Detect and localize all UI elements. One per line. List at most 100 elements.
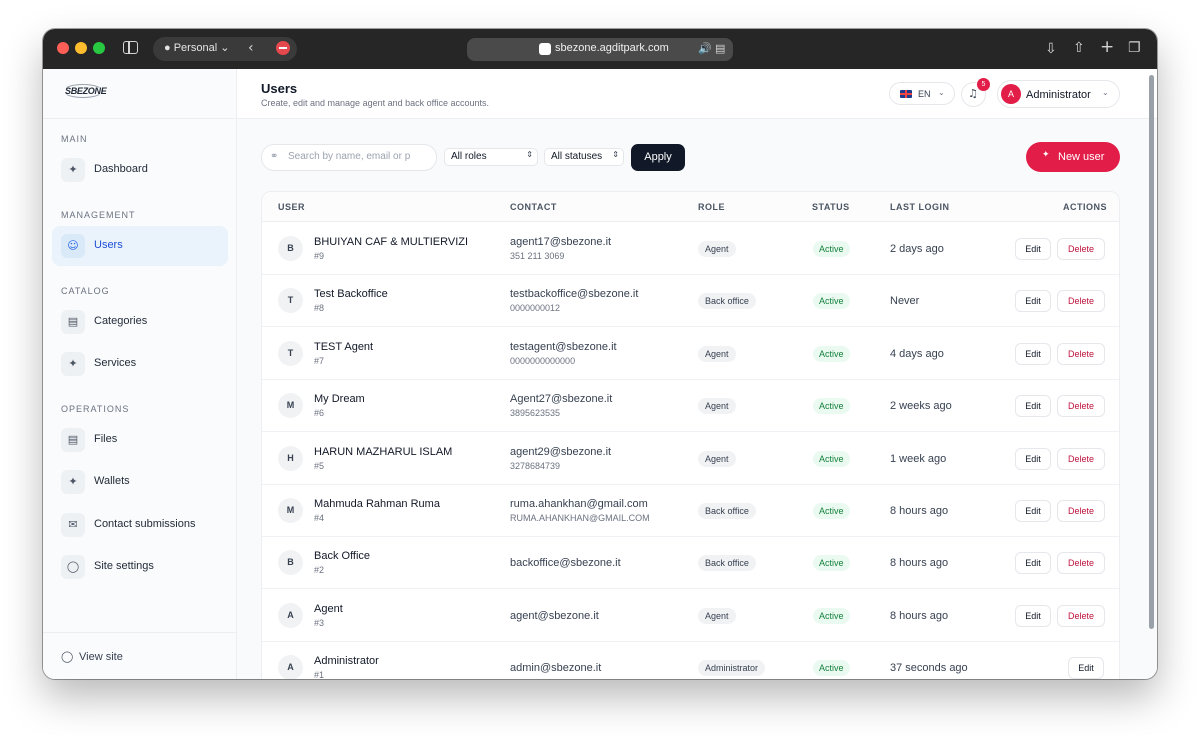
status-badge: Active bbox=[813, 345, 850, 362]
table-row: M Mahmuda Rahman Ruma #4 ruma.ahankhan@gmai… bbox=[262, 485, 1119, 537]
sidebar-item-categories[interactable]: ▤ Categories bbox=[52, 302, 228, 342]
user-phone: 0000000000000 bbox=[510, 355, 576, 366]
sidebar-item-site-settings[interactable]: ◯ Site settings bbox=[52, 547, 228, 587]
edit-button[interactable]: Edit bbox=[1015, 342, 1051, 365]
role-select[interactable]: All roles ⇕ bbox=[444, 148, 538, 166]
table-row: B Back Office #2 backoffice@sbezone.it Back … bbox=[262, 537, 1119, 590]
search-box[interactable]: ⚭ bbox=[261, 144, 437, 171]
edit-button[interactable]: Edit bbox=[1015, 290, 1051, 313]
share-icon[interactable]: ⇧ bbox=[1073, 40, 1085, 56]
table-row: A Administrator #1 admin@sbezone.it Administ… bbox=[262, 642, 1119, 679]
chevron-down-icon: ⌄ bbox=[1102, 88, 1109, 97]
role-badge: Agent bbox=[698, 398, 736, 415]
sidebar-item-label: Users bbox=[94, 239, 123, 251]
user-email: agent@sbezone.it bbox=[510, 609, 599, 622]
sidebar-item-services[interactable]: ✦ Services bbox=[52, 344, 228, 384]
status-badge: Active bbox=[813, 555, 850, 572]
browser-window: ● Personal ⌄ ‹ sbezone.agditpark.com 🔊 ▤… bbox=[43, 29, 1157, 679]
column-header-last-login[interactable]: LAST LOGIN bbox=[890, 202, 950, 212]
edit-button[interactable]: Edit bbox=[1068, 657, 1104, 679]
status-select[interactable]: All statuses ⇕ bbox=[544, 148, 624, 166]
status-badge: Active bbox=[813, 503, 850, 519]
delete-button[interactable]: Delete bbox=[1057, 238, 1105, 260]
user-email: backoffice@sbezone.it bbox=[510, 557, 621, 570]
delete-button[interactable]: Delete bbox=[1057, 290, 1105, 313]
user-email: ruma.ahankhan@gmail.com bbox=[510, 498, 648, 510]
logo[interactable]: SBEZONE bbox=[65, 86, 107, 96]
language-selector[interactable]: EN ⌄ bbox=[889, 82, 955, 105]
page-subtitle: Create, edit and manage agent and back o… bbox=[261, 98, 489, 108]
section-operations: OPERATIONS bbox=[61, 404, 130, 414]
user-name: Mahmuda Rahman Ruma bbox=[314, 498, 440, 510]
last-login: 8 hours ago bbox=[890, 609, 949, 622]
table-row: B BHUIYAN CAF & MULTIERVIZI #9 agent17@sbez… bbox=[262, 223, 1119, 275]
back-arrow-icon[interactable]: ‹ bbox=[248, 40, 254, 56]
edit-button[interactable]: Edit bbox=[1015, 500, 1051, 522]
sidebar-item-contact-submissions[interactable]: ✉ Contact submissions bbox=[52, 505, 228, 545]
column-header-contact[interactable]: CONTACT bbox=[510, 202, 557, 212]
browser-toolbar: ● Personal ⌄ ‹ sbezone.agditpark.com 🔊 ▤… bbox=[43, 29, 1157, 69]
new-user-button[interactable]: ✦ New user bbox=[1026, 142, 1120, 172]
edit-button[interactable]: Edit bbox=[1015, 447, 1051, 470]
user-id: #1 bbox=[314, 670, 325, 679]
download-icon[interactable]: ⇩ bbox=[1045, 41, 1057, 57]
delete-button[interactable]: Delete bbox=[1057, 500, 1105, 522]
user-menu-button[interactable]: A Administrator ⌄ bbox=[997, 80, 1120, 108]
user-phone: 3895623535 bbox=[510, 408, 561, 419]
role-badge: Back office bbox=[698, 503, 756, 519]
plus-icon[interactable]: + bbox=[1100, 39, 1114, 56]
close-window-button[interactable] bbox=[57, 42, 69, 54]
delete-button[interactable]: Delete bbox=[1057, 447, 1105, 470]
user-phone: 351 211 3069 bbox=[510, 251, 565, 261]
section-catalog: CATALOG bbox=[61, 286, 110, 296]
table-header: USER CONTACT ROLE STATUS LAST LOGIN ACTI… bbox=[262, 192, 1119, 222]
edit-button[interactable]: Edit bbox=[1015, 604, 1051, 627]
tabs-icon[interactable]: ❐ bbox=[1128, 40, 1141, 56]
user-name: Administrator bbox=[314, 655, 379, 668]
edit-button[interactable]: Edit bbox=[1015, 238, 1051, 260]
user-email: testbackoffice@sbezone.it bbox=[510, 288, 639, 301]
sidebar-toggle-icon[interactable] bbox=[123, 41, 138, 54]
sidebar-item-users[interactable]: ☺ Users bbox=[52, 226, 228, 266]
section-main: MAIN bbox=[61, 134, 88, 144]
sidebar-item-wallets[interactable]: ✦ Wallets bbox=[52, 462, 228, 502]
avatar: B bbox=[278, 550, 303, 576]
column-header-role[interactable]: ROLE bbox=[698, 202, 725, 212]
sidebar-divider bbox=[43, 118, 237, 119]
avatar: H bbox=[278, 445, 303, 471]
search-input[interactable] bbox=[288, 151, 430, 162]
delete-button[interactable]: Delete bbox=[1057, 342, 1105, 365]
column-header-status[interactable]: STATUS bbox=[812, 202, 850, 212]
user-id: #2 bbox=[314, 565, 325, 576]
sidebar-item-dashboard[interactable]: ✦ Dashboard bbox=[52, 150, 228, 190]
user-phone: 0000000012 bbox=[510, 303, 561, 314]
reader-icon[interactable]: ▤ bbox=[715, 41, 725, 57]
document-icon: ▤ bbox=[61, 310, 85, 334]
speaker-icon[interactable]: 🔊 bbox=[698, 41, 712, 57]
column-header-user[interactable]: USER bbox=[278, 202, 305, 212]
apply-button[interactable]: Apply bbox=[631, 144, 685, 171]
status-badge: Active bbox=[813, 660, 850, 677]
delete-button[interactable]: Delete bbox=[1057, 604, 1105, 627]
zoom-window-button[interactable] bbox=[93, 42, 105, 54]
sidebar-footer-divider bbox=[43, 632, 237, 633]
block-icon[interactable] bbox=[276, 41, 290, 55]
last-login: 8 hours ago bbox=[890, 557, 949, 570]
site-favicon bbox=[539, 43, 551, 55]
user-name: Test Backoffice bbox=[314, 288, 388, 301]
view-site-link[interactable]: View site bbox=[79, 651, 123, 663]
scrollbar-thumb[interactable] bbox=[1149, 75, 1154, 629]
delete-button[interactable]: Delete bbox=[1057, 395, 1105, 418]
users-icon: ☺ bbox=[61, 234, 85, 258]
edit-button[interactable]: Edit bbox=[1015, 395, 1051, 418]
sidebar-item-files[interactable]: ▤ Files bbox=[52, 420, 228, 460]
edit-button[interactable]: Edit bbox=[1015, 552, 1051, 575]
user-email: agent17@sbezone.it bbox=[510, 236, 612, 248]
user-name: Back Office bbox=[314, 550, 371, 563]
delete-button[interactable]: Delete bbox=[1057, 552, 1105, 575]
url-text[interactable]: sbezone.agditpark.com bbox=[555, 42, 669, 54]
user-name: Agent bbox=[314, 602, 343, 615]
user-id: #3 bbox=[314, 617, 325, 628]
user-name: BHUIYAN CAF & MULTIERVIZI bbox=[314, 236, 469, 248]
minimize-window-button[interactable] bbox=[75, 42, 87, 54]
